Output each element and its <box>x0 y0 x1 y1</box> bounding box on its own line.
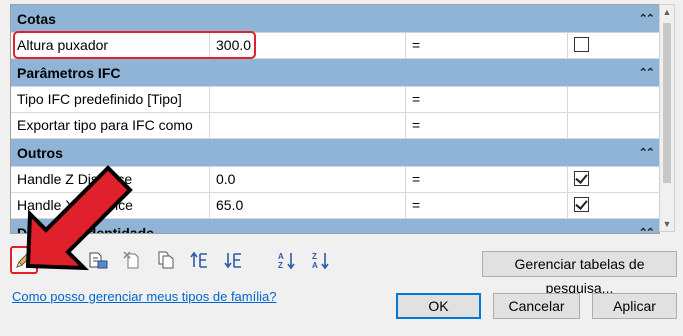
parameter-row[interactable]: Handle X Distance 65.0 = <box>11 193 659 219</box>
sort-descending-icon[interactable]: Z A <box>308 246 336 274</box>
manage-lookup-tables-button[interactable]: Gerenciar tabelas de pesquisa... <box>482 251 677 296</box>
group-title: Cotas <box>17 11 56 27</box>
collapse-chevron-icon[interactable]: ⌃⌃ <box>639 139 656 167</box>
lock-checkbox[interactable] <box>574 197 589 213</box>
group-header[interactable]: Dados de identidade ⌃⌃ <box>11 219 659 234</box>
copy-parameter-icon[interactable] <box>152 246 180 274</box>
scroll-thumb[interactable] <box>663 23 671 183</box>
parameter-formula-cell[interactable]: = <box>406 113 568 138</box>
move-up-icon[interactable] <box>186 246 214 274</box>
ok-button[interactable]: OK <box>396 293 481 319</box>
edit-parameter-icon[interactable] <box>84 246 112 274</box>
collapse-chevron-icon[interactable]: ⌃⌃ <box>639 5 656 33</box>
group-header[interactable]: Parâmetros IFC ⌃⌃ <box>11 59 659 87</box>
parameter-formula-cell[interactable]: = <box>406 193 568 218</box>
cancel-button[interactable]: Cancelar <box>493 293 580 319</box>
lock-checkbox[interactable] <box>574 171 589 187</box>
collapse-chevron-icon[interactable]: ⌃⌃ <box>639 219 656 233</box>
group-header[interactable]: Outros ⌃⌃ <box>11 139 659 167</box>
parameter-lock-cell <box>568 193 659 218</box>
parameter-formula-cell[interactable]: = <box>406 87 568 112</box>
lock-checkbox[interactable] <box>574 37 589 53</box>
parameter-value-cell[interactable]: 65.0 <box>210 193 406 218</box>
parameter-lock-cell <box>568 167 659 192</box>
parameter-row[interactable]: Tipo IFC predefinido [Tipo] = <box>11 87 659 113</box>
parameter-row[interactable]: Exportar tipo para IFC como = <box>11 113 659 139</box>
parameter-value-cell[interactable]: 0.0 <box>210 167 406 192</box>
parameter-value-cell[interactable] <box>210 113 406 138</box>
family-types-dialog: Cotas ⌃⌃ Altura puxador 300.0 = Parâmetros IF… <box>0 0 683 336</box>
parameter-row[interactable]: Handle Z Distance 0.0 = <box>11 167 659 193</box>
parameter-lock-cell <box>568 87 659 112</box>
parameter-name-cell[interactable]: Handle Z Distance <box>11 167 210 192</box>
svg-text:Z: Z <box>278 261 283 270</box>
group-header[interactable]: Cotas ⌃⌃ <box>11 5 659 33</box>
svg-text:Z: Z <box>312 252 317 261</box>
parameter-formula-cell[interactable]: = <box>406 167 568 192</box>
sort-ascending-icon[interactable]: A Z <box>274 246 302 274</box>
svg-text:A: A <box>278 252 284 261</box>
svg-text:A: A <box>312 261 318 270</box>
highlight-row-frame <box>13 31 256 59</box>
move-down-icon[interactable] <box>220 246 248 274</box>
group-title: Outros <box>17 145 63 161</box>
collapse-chevron-icon[interactable]: ⌃⌃ <box>639 59 656 87</box>
parameter-name-cell[interactable]: Tipo IFC predefinido [Tipo] <box>11 87 210 112</box>
parameter-name-cell[interactable]: Handle X Distance <box>11 193 210 218</box>
help-link[interactable]: Como posso gerenciar meus tipos de famíl… <box>12 289 276 304</box>
group-title: Dados de identidade <box>17 225 154 234</box>
parameter-name-cell[interactable]: Exportar tipo para IFC como <box>11 113 210 138</box>
delete-parameter-icon[interactable] <box>118 246 146 274</box>
parameter-value-cell[interactable] <box>210 87 406 112</box>
apply-button[interactable]: Aplicar <box>592 293 677 319</box>
edit-pencil-icon[interactable] <box>10 246 38 274</box>
grid-vertical-scrollbar[interactable]: ▲ ▼ <box>659 4 675 232</box>
group-title: Parâmetros IFC <box>17 65 121 81</box>
parameter-lock-cell <box>568 33 659 58</box>
new-parameter-icon[interactable] <box>50 246 78 274</box>
scroll-down-icon[interactable]: ▼ <box>660 219 674 229</box>
scroll-up-icon[interactable]: ▲ <box>660 7 674 17</box>
parameter-lock-cell <box>568 113 659 138</box>
parameter-formula-cell[interactable]: = <box>406 33 568 58</box>
